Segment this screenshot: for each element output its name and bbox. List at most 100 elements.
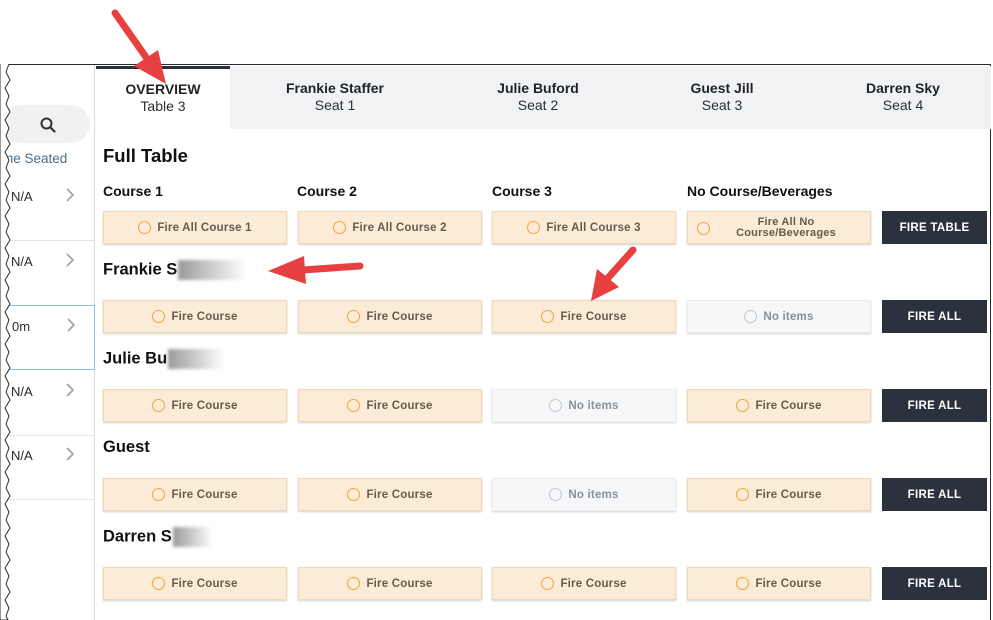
status-ring-icon xyxy=(333,221,347,234)
redacted-surname xyxy=(172,527,213,547)
fire-course-button[interactable]: Fire Course xyxy=(687,478,871,511)
fire-course-button[interactable]: Fire Course xyxy=(103,478,287,511)
fire-course-button[interactable]: Fire Course xyxy=(298,300,482,333)
fire-all-course-2-button[interactable]: Fire All Course 2 xyxy=(298,211,482,244)
button-label: Fire Course xyxy=(366,488,433,501)
button-label: No items xyxy=(568,488,619,501)
status-ring-icon xyxy=(527,221,541,234)
button-label: No items xyxy=(568,399,619,412)
fire-all-course-3-button[interactable]: Fire All Course 3 xyxy=(492,211,676,244)
status-ring-icon xyxy=(152,399,166,412)
button-label: Fire All Course 2 xyxy=(352,221,447,234)
tab-seat-4[interactable]: Darren Sky Seat 4 xyxy=(813,66,993,129)
course-header: Course 3 xyxy=(492,183,552,199)
table-list-row[interactable]: N/A xyxy=(0,371,95,436)
section-title-full-table: Full Table xyxy=(103,145,188,166)
redacted-surname xyxy=(178,260,247,280)
status-ring-icon xyxy=(736,488,750,501)
fire-course-button[interactable]: Fire Course xyxy=(298,567,482,600)
search-input[interactable] xyxy=(0,105,90,143)
tab-seat-1[interactable]: Frankie Staffer Seat 1 xyxy=(245,66,425,129)
tab-seat-2[interactable]: Julie Buford Seat 2 xyxy=(448,66,628,129)
status-ring-icon xyxy=(347,577,361,590)
guest-name-seat-4: Darren S xyxy=(103,527,213,547)
status-ring-icon xyxy=(347,310,361,323)
chevron-right-icon xyxy=(66,447,75,461)
status-ring-icon xyxy=(736,399,750,412)
button-label: Fire Course xyxy=(560,310,627,323)
tab-subtitle: Seat 1 xyxy=(314,97,356,113)
table-list-row[interactable]: N/A xyxy=(0,435,95,500)
tab-seat-3[interactable]: Guest Jill Seat 3 xyxy=(632,66,812,129)
button-label: Fire Course xyxy=(171,488,238,501)
fire-all-button[interactable]: FIRE ALL xyxy=(882,567,987,600)
fire-all-button[interactable]: FIRE ALL xyxy=(882,300,987,333)
fire-all-course-1-button[interactable]: Fire All Course 1 xyxy=(103,211,287,244)
fire-all-button[interactable]: FIRE ALL xyxy=(882,389,987,422)
status-ring-icon xyxy=(152,577,166,590)
fire-course-button[interactable]: Fire Course xyxy=(687,389,871,422)
status-ring-icon xyxy=(736,577,750,590)
time-seated-value: 0m xyxy=(12,319,31,334)
status-ring-icon xyxy=(549,488,563,501)
fire-all-button[interactable]: FIRE ALL xyxy=(882,478,987,511)
status-ring-icon xyxy=(697,222,710,235)
time-seated-value: N/A xyxy=(11,254,33,269)
button-label: Fire Course xyxy=(171,577,238,590)
button-label: Fire Course xyxy=(366,577,433,590)
button-label: Fire Course xyxy=(366,310,433,323)
status-ring-icon xyxy=(744,310,758,323)
button-label: Fire All Course 1 xyxy=(157,221,252,234)
tab-title: Frankie Staffer xyxy=(285,80,385,96)
tab-subtitle: Seat 4 xyxy=(882,97,924,113)
chevron-right-icon xyxy=(66,253,75,267)
tab-title: OVERVIEW xyxy=(125,81,201,97)
chevron-right-icon xyxy=(66,188,75,202)
fire-course-button[interactable]: Fire Course xyxy=(103,567,287,600)
status-ring-icon xyxy=(549,399,563,412)
fire-course-button[interactable]: Fire Course xyxy=(298,389,482,422)
button-label-line: Fire All No xyxy=(757,215,815,228)
tab-subtitle: Table 3 xyxy=(140,98,186,114)
no-items-button: No items xyxy=(492,389,676,422)
tab-title: Julie Buford xyxy=(497,80,579,96)
tab-title: Guest Jill xyxy=(690,80,754,96)
button-label: No items xyxy=(763,310,814,323)
fire-all-no-course-button[interactable]: Fire All No Course/Beverages xyxy=(687,211,871,244)
guest-name-seat-2: Julie Bu xyxy=(103,349,225,369)
guest-name-seat-1: Frankie S xyxy=(103,260,247,280)
fire-course-button[interactable]: Fire Course xyxy=(103,389,287,422)
guest-name-text: Darren S xyxy=(103,527,172,546)
no-items-button: No items xyxy=(492,478,676,511)
table-list-row[interactable]: N/A xyxy=(0,176,95,241)
fire-course-button[interactable]: Fire Course xyxy=(103,300,287,333)
status-ring-icon xyxy=(152,310,166,323)
fire-course-button[interactable]: Fire Course xyxy=(298,478,482,511)
course-header: Course 2 xyxy=(297,183,357,199)
tab-overview[interactable]: OVERVIEW Table 3 xyxy=(96,66,230,129)
button-label: Fire Course xyxy=(171,310,238,323)
chevron-right-icon xyxy=(66,383,75,397)
guest-name-text: Frankie S xyxy=(103,260,178,279)
status-ring-icon xyxy=(347,488,361,501)
fire-table-button[interactable]: FIRE TABLE xyxy=(882,211,987,244)
no-items-button: No items xyxy=(687,300,871,333)
status-ring-icon xyxy=(152,488,166,501)
status-ring-icon xyxy=(541,310,555,323)
tab-subtitle: Seat 2 xyxy=(517,97,559,113)
course-header: Course 1 xyxy=(103,183,163,199)
fire-course-button[interactable]: Fire Course xyxy=(492,567,676,600)
tab-title: Darren Sky xyxy=(866,80,940,96)
table-list-row[interactable]: N/A xyxy=(0,241,95,306)
status-ring-icon xyxy=(138,221,152,234)
fire-course-button[interactable]: Fire Course xyxy=(492,300,676,333)
table-list-row-selected[interactable]: 0m xyxy=(0,305,95,370)
guest-name-seat-3: Guest xyxy=(103,438,150,456)
redacted-surname xyxy=(168,349,225,369)
chevron-right-icon xyxy=(67,318,76,332)
search-icon[interactable] xyxy=(40,117,56,133)
time-seated-value: N/A xyxy=(11,448,33,463)
button-label: Fire Course xyxy=(171,399,238,412)
torn-edge-decoration xyxy=(0,64,11,620)
fire-course-button[interactable]: Fire Course xyxy=(687,567,871,600)
